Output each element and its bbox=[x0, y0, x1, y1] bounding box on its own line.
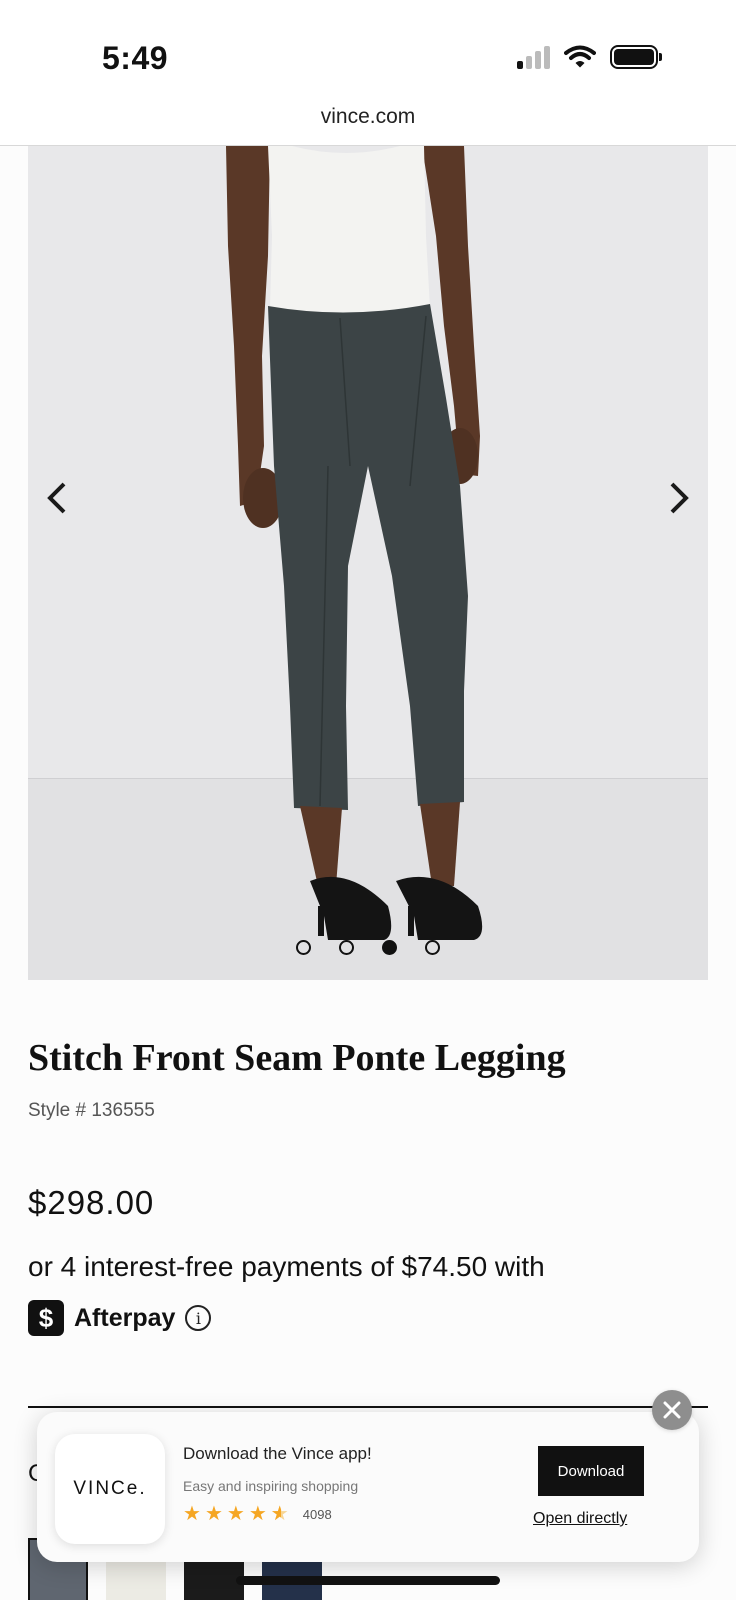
afterpay-logo-icon: $ bbox=[28, 1300, 64, 1336]
product-photo bbox=[226, 146, 483, 940]
star-icon: ★ bbox=[248, 1503, 267, 1525]
section-divider bbox=[28, 1406, 708, 1408]
battery-icon bbox=[610, 45, 662, 69]
download-app-button[interactable]: Download bbox=[538, 1446, 644, 1496]
afterpay-label: Afterpay bbox=[74, 1303, 176, 1332]
style-number: Style # 136555 bbox=[28, 1100, 155, 1121]
banner-subtitle: Easy and inspiring shopping bbox=[183, 1478, 359, 1494]
product-title: Stitch Front Seam Ponte Legging bbox=[28, 1037, 566, 1079]
star-icon: ★ bbox=[226, 1503, 245, 1525]
home-indicator bbox=[236, 1576, 500, 1585]
banner-title: Download the Vince app! bbox=[183, 1444, 372, 1463]
open-directly-link[interactable]: Open directly bbox=[533, 1510, 627, 1528]
status-bar: 5:49 bbox=[0, 0, 736, 100]
wifi-icon bbox=[564, 45, 596, 68]
product-price: $298.00 bbox=[28, 1184, 155, 1221]
previous-image-button[interactable] bbox=[34, 476, 78, 520]
star-icon: ★ bbox=[183, 1503, 201, 1525]
pagination-dot-2[interactable] bbox=[339, 940, 354, 955]
cellular-signal-icon bbox=[517, 45, 550, 69]
installment-text: or 4 interest-free payments of $74.50 wi… bbox=[28, 1251, 545, 1282]
gallery-pagination bbox=[28, 940, 708, 955]
url-bar[interactable]: vince.com bbox=[0, 100, 736, 146]
chevron-right-icon bbox=[670, 482, 689, 514]
pagination-dot-3-active[interactable] bbox=[382, 940, 397, 955]
next-image-button[interactable] bbox=[658, 476, 702, 520]
vince-app-logo: VINCe. bbox=[55, 1434, 165, 1544]
url-text: vince.com bbox=[320, 105, 416, 128]
close-banner-button[interactable] bbox=[652, 1390, 692, 1430]
info-icon[interactable]: i bbox=[185, 1305, 212, 1331]
star-icon: ★ bbox=[204, 1503, 223, 1525]
clock: 5:49 bbox=[102, 40, 169, 76]
chevron-left-icon bbox=[47, 482, 66, 514]
app-rating: ★ ★ ★ ★ ★ ★ 4098 bbox=[183, 1504, 332, 1524]
app-download-banner: VINCe. Download the Vince app! Easy and … bbox=[37, 1412, 699, 1562]
review-count: 4098 bbox=[302, 1506, 332, 1522]
status-icons bbox=[517, 45, 662, 69]
pagination-dot-1[interactable] bbox=[296, 940, 311, 955]
pagination-dot-4[interactable] bbox=[425, 940, 440, 955]
close-icon bbox=[663, 1401, 681, 1419]
product-image-gallery[interactable] bbox=[28, 146, 708, 980]
afterpay-row: $ Afterpay i bbox=[28, 1300, 212, 1336]
half-star-icon: ★ ★ bbox=[270, 1503, 289, 1525]
